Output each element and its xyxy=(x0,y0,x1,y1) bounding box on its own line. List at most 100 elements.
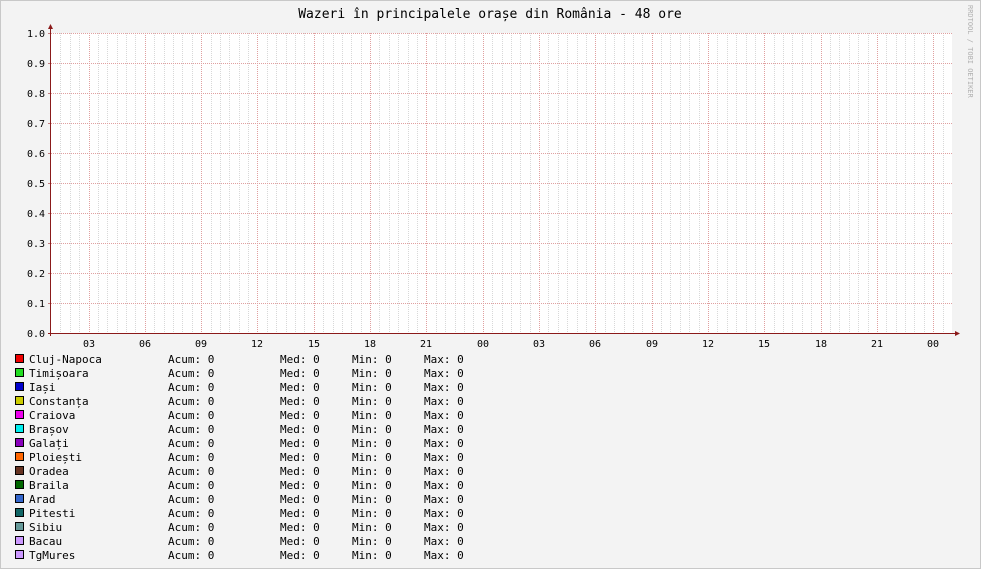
y-tick-label: 0.1 xyxy=(27,299,45,310)
legend-series-name: TgMures xyxy=(29,549,75,562)
legend-average-value: Med: 0 xyxy=(280,353,320,366)
legend-swatch xyxy=(15,494,24,503)
legend-minimum-value: Min: 0 xyxy=(352,423,392,436)
legend-series-name: Braila xyxy=(29,479,69,492)
legend-series-name: Brașov xyxy=(29,423,69,436)
rrd-graph: 0.0 0.1 0.2 0.3 0.4 0.5 0.6 0.7 0.8 0.9 1.0 03 06 09… xyxy=(0,0,981,569)
legend-series-name: Ploiești xyxy=(29,451,82,464)
legend-series-name: Sibiu xyxy=(29,521,62,534)
legend-average-value: Med: 0 xyxy=(280,479,320,492)
legend-swatch xyxy=(15,438,24,447)
legend-maximum-value: Max: 0 xyxy=(424,395,464,408)
legend-maximum-value: Max: 0 xyxy=(424,521,464,534)
legend-average-value: Med: 0 xyxy=(280,507,320,520)
legend-maximum-value: Max: 0 xyxy=(424,549,464,562)
legend-swatch xyxy=(15,536,24,545)
legend-current-value: Acum: 0 xyxy=(168,479,214,492)
legend-minimum-value: Min: 0 xyxy=(352,479,392,492)
legend-swatch xyxy=(15,550,24,559)
legend-series-name: Cluj-Napoca xyxy=(29,353,102,366)
legend-swatch xyxy=(15,410,24,419)
legend-average-value: Med: 0 xyxy=(280,535,320,548)
x-tick-label: 18 xyxy=(364,339,376,350)
legend-swatch xyxy=(15,368,24,377)
legend-current-value: Acum: 0 xyxy=(168,465,214,478)
x-tick-label: 18 xyxy=(815,339,827,350)
legend-series-name: Craiova xyxy=(29,409,75,422)
legend-series-name: Iași xyxy=(29,381,56,394)
y-tick-label: 0.3 xyxy=(27,239,45,250)
legend-maximum-value: Max: 0 xyxy=(424,381,464,394)
chart-title: Wazeri în principalele orașe din România… xyxy=(298,7,682,22)
x-tick-label: 00 xyxy=(927,339,939,350)
legend-swatch xyxy=(15,382,24,391)
legend-series-name: Galați xyxy=(29,437,69,450)
legend-average-value: Med: 0 xyxy=(280,549,320,562)
legend-series-name: Pitesti xyxy=(29,507,75,520)
legend-maximum-value: Max: 0 xyxy=(424,367,464,380)
legend-swatch xyxy=(15,480,24,489)
legend-minimum-value: Min: 0 xyxy=(352,381,392,394)
legend-minimum-value: Min: 0 xyxy=(352,493,392,506)
legend-average-value: Med: 0 xyxy=(280,367,320,380)
legend-current-value: Acum: 0 xyxy=(168,381,214,394)
legend-minimum-value: Min: 0 xyxy=(352,367,392,380)
legend-current-value: Acum: 0 xyxy=(168,493,214,506)
legend-average-value: Med: 0 xyxy=(280,451,320,464)
legend-average-value: Med: 0 xyxy=(280,423,320,436)
legend-series-name: Timișoara xyxy=(29,367,89,380)
legend-maximum-value: Max: 0 xyxy=(424,507,464,520)
legend-current-value: Acum: 0 xyxy=(168,423,214,436)
legend-current-value: Acum: 0 xyxy=(168,451,214,464)
legend-current-value: Acum: 0 xyxy=(168,367,214,380)
x-tick-label: 06 xyxy=(139,339,151,350)
legend-current-value: Acum: 0 xyxy=(168,549,214,562)
legend-swatch xyxy=(15,522,24,531)
legend-average-value: Med: 0 xyxy=(280,409,320,422)
x-tick-label: 21 xyxy=(871,339,883,350)
legend-swatch xyxy=(15,508,24,517)
legend-swatch xyxy=(15,396,24,405)
legend-maximum-value: Max: 0 xyxy=(424,465,464,478)
legend-current-value: Acum: 0 xyxy=(168,395,214,408)
legend-minimum-value: Min: 0 xyxy=(352,535,392,548)
legend-maximum-value: Max: 0 xyxy=(424,353,464,366)
legend-minimum-value: Min: 0 xyxy=(352,465,392,478)
watermark: RRDTOOL / TOBI OETIKER xyxy=(966,5,974,99)
legend-minimum-value: Min: 0 xyxy=(352,451,392,464)
y-tick-label: 0.4 xyxy=(27,209,45,220)
legend-current-value: Acum: 0 xyxy=(168,521,214,534)
y-tick-label: 0.6 xyxy=(27,149,45,160)
legend-average-value: Med: 0 xyxy=(280,381,320,394)
legend-maximum-value: Max: 0 xyxy=(424,437,464,450)
x-tick-label: 09 xyxy=(195,339,207,350)
legend-minimum-value: Min: 0 xyxy=(352,437,392,450)
legend-maximum-value: Max: 0 xyxy=(424,535,464,548)
legend-series-name: Oradea xyxy=(29,465,69,478)
x-tick-label: 15 xyxy=(308,339,320,350)
x-tick-label: 00 xyxy=(477,339,489,350)
x-tick-label: 12 xyxy=(702,339,714,350)
y-tick-label: 0.9 xyxy=(27,59,45,70)
legend-series-name: Arad xyxy=(29,493,56,506)
x-tick-label: 12 xyxy=(251,339,263,350)
x-tick-label: 15 xyxy=(758,339,770,350)
legend-minimum-value: Min: 0 xyxy=(352,507,392,520)
y-tick-label: 0.5 xyxy=(27,179,45,190)
legend-swatch xyxy=(15,424,24,433)
legend-series-name: Constanța xyxy=(29,395,89,408)
legend-average-value: Med: 0 xyxy=(280,521,320,534)
legend-swatch xyxy=(15,452,24,461)
legend-maximum-value: Max: 0 xyxy=(424,451,464,464)
legend-series-name: Bacau xyxy=(29,535,62,548)
legend-current-value: Acum: 0 xyxy=(168,353,214,366)
legend-average-value: Med: 0 xyxy=(280,437,320,450)
x-tick-label: 09 xyxy=(646,339,658,350)
legend-current-value: Acum: 0 xyxy=(168,535,214,548)
x-tick-label: 06 xyxy=(589,339,601,350)
legend-swatch xyxy=(15,466,24,475)
x-tick-label: 03 xyxy=(533,339,545,350)
legend-minimum-value: Min: 0 xyxy=(352,395,392,408)
x-tick-label: 03 xyxy=(83,339,95,350)
y-tick-label: 0.7 xyxy=(27,119,45,130)
